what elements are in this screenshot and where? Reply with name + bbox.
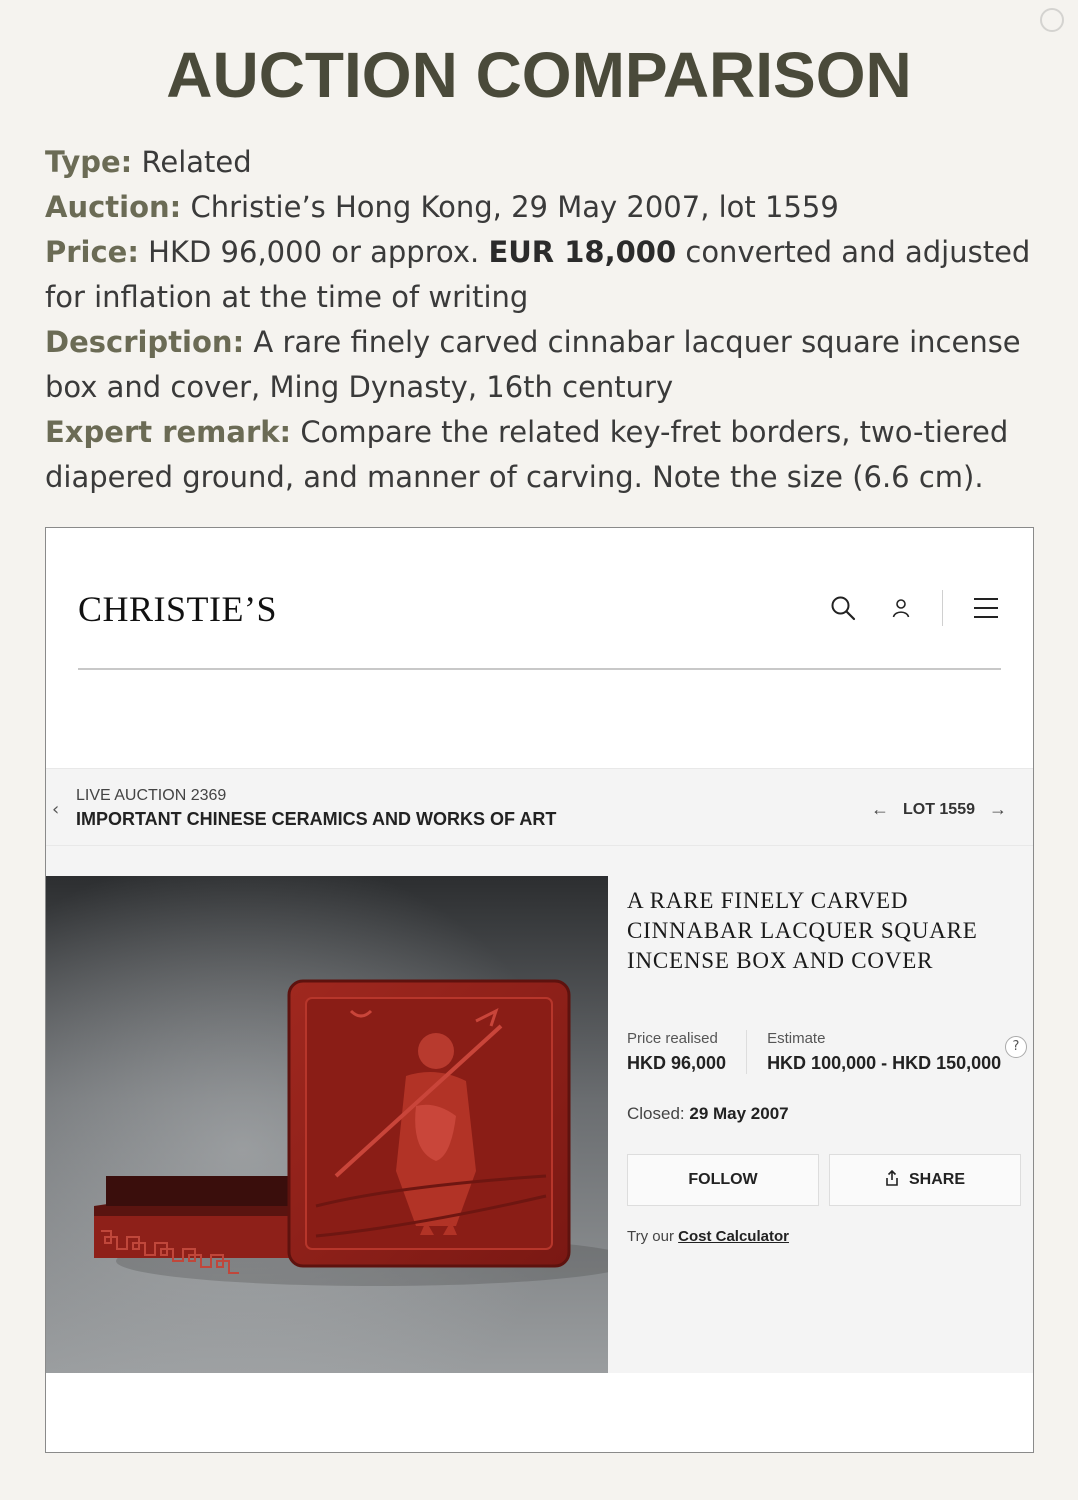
header-divider-line xyxy=(78,668,1001,670)
cost-calculator-line: Try our Cost Calculator xyxy=(627,1228,1027,1245)
share-icon xyxy=(885,1169,899,1191)
remark-label: Expert remark: xyxy=(45,415,292,449)
back-chevron-icon[interactable]: ‹ xyxy=(52,799,59,820)
price-label: Price: xyxy=(45,235,139,269)
sale-title[interactable]: IMPORTANT CHINESE CERAMICS AND WORKS OF … xyxy=(76,809,556,830)
christies-screenshot: CHRISTIE’S ‹ LIVE AUCTION 2369 IMPORTANT… xyxy=(45,527,1034,1453)
lot-navigation: ← LOT 1559 → xyxy=(857,799,1021,820)
estimate-label: Estimate xyxy=(767,1030,826,1047)
lot-number: LOT 1559 xyxy=(902,800,975,818)
next-lot-arrow-icon[interactable]: → xyxy=(989,799,1007,820)
share-button[interactable]: SHARE xyxy=(829,1154,1021,1206)
price-realised-label: Price realised xyxy=(627,1030,718,1047)
watermark-logo xyxy=(1040,8,1068,32)
closed-value: 29 May 2007 xyxy=(689,1104,789,1123)
price-value-hkd: HKD 96,000 or approx. xyxy=(148,235,480,269)
cost-calculator-link[interactable]: Cost Calculator xyxy=(678,1228,789,1245)
site-header: CHRISTIE’S xyxy=(46,528,1033,768)
page-heading: AUCTION COMPARISON xyxy=(166,39,912,111)
lot-section: A RARE FINELY CARVED CINNABAR LACQUER SQ… xyxy=(46,846,1033,1373)
price-line: Price: HKD 96,000 or approx. EUR 18,000 … xyxy=(45,230,1035,320)
search-icon[interactable] xyxy=(828,593,858,623)
type-value: Related xyxy=(141,145,252,179)
previous-lot-arrow-icon[interactable]: ← xyxy=(871,799,889,820)
sale-number[interactable]: LIVE AUCTION 2369 xyxy=(76,787,226,805)
type-line: Type: Related xyxy=(45,140,1035,185)
description-label: Description: xyxy=(45,325,245,359)
lot-actions: FOLLOW SHARE xyxy=(627,1154,1027,1206)
comparison-details: Type: Related Auction: Christie’s Hong K… xyxy=(45,140,1035,500)
calc-prefix: Try our xyxy=(627,1228,674,1245)
description-line: Description: A rare finely carved cinnab… xyxy=(45,320,1035,410)
closed-date: Closed: 29 May 2007 xyxy=(627,1104,1027,1124)
lot-image[interactable] xyxy=(46,876,608,1373)
price-value-eur: EUR 18,000 xyxy=(488,235,677,269)
share-label: SHARE xyxy=(908,1171,965,1188)
estimate: Estimate HKD 100,000 - HKD 150,000 xyxy=(746,1030,1021,1074)
estimate-value: HKD 100,000 - HKD 150,000 xyxy=(767,1053,1002,1073)
watermark-icon xyxy=(1040,8,1064,32)
auction-value: Christie’s Hong Kong, 29 May 2007, lot 1… xyxy=(190,190,839,224)
price-realised-value: HKD 96,000 xyxy=(627,1053,727,1073)
lot-details: A RARE FINELY CARVED CINNABAR LACQUER SQ… xyxy=(627,886,1027,1245)
follow-button[interactable]: FOLLOW xyxy=(627,1154,819,1206)
header-actions xyxy=(800,590,1001,626)
auction-line: Auction: Christie’s Hong Kong, 29 May 20… xyxy=(45,185,1035,230)
lot-title: A RARE FINELY CARVED CINNABAR LACQUER SQ… xyxy=(627,888,978,973)
help-icon[interactable]: ? xyxy=(1005,1036,1027,1058)
menu-icon[interactable] xyxy=(971,593,1001,623)
closed-label: Closed: xyxy=(627,1104,685,1123)
remark-line: Expert remark: Compare the related key-f… xyxy=(45,410,1035,500)
price-block: Price realised HKD 96,000 Estimate HKD 1… xyxy=(627,1030,1027,1074)
auction-subnav: ‹ LIVE AUCTION 2369 IMPORTANT CHINESE CE… xyxy=(46,768,1033,846)
account-icon[interactable] xyxy=(886,593,916,623)
follow-label: FOLLOW xyxy=(688,1171,758,1188)
auction-label: Auction: xyxy=(45,190,182,224)
price-realised: Price realised HKD 96,000 xyxy=(627,1030,746,1074)
header-divider xyxy=(942,590,943,626)
christies-logo[interactable]: CHRISTIE’S xyxy=(78,588,277,630)
type-label: Type: xyxy=(45,145,133,179)
